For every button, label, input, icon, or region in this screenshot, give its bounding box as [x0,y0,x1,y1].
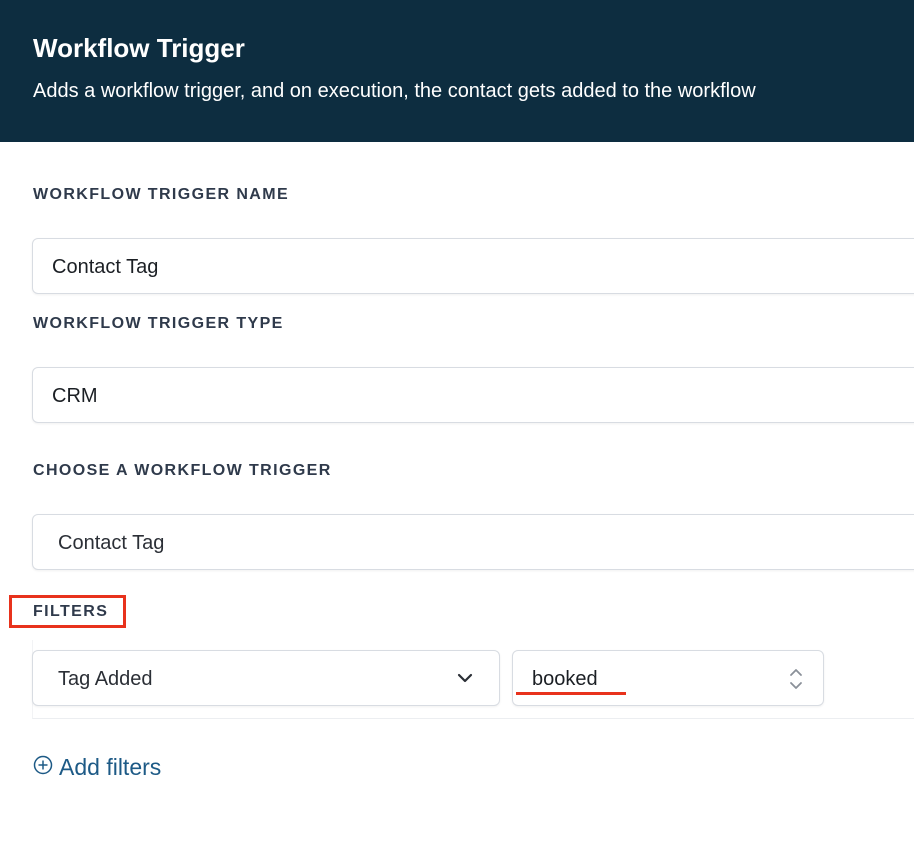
filters-label: FILTERS [33,603,109,620]
add-filters-link[interactable]: Add filters [33,753,161,781]
choose-trigger-value: Contact Tag [58,532,165,554]
filter-value-text: booked [532,668,598,690]
filter-value-annotation-underline [516,692,626,695]
trigger-type-value: CRM [52,385,98,407]
trigger-type-input[interactable]: CRM [32,367,914,423]
choose-trigger-label: CHOOSE A WORKFLOW TRIGGER [33,462,332,479]
sort-arrows-icon [789,666,803,697]
add-filters-label: Add filters [59,753,162,780]
header-banner: Workflow Trigger Adds a workflow trigger… [0,0,914,142]
chevron-down-icon [457,671,473,689]
filter-value-select[interactable]: booked [512,650,824,706]
page-subtitle: Adds a workflow trigger, and on executio… [33,80,756,102]
trigger-name-value: Contact Tag [52,256,159,278]
choose-trigger-select[interactable]: Contact Tag [32,514,914,570]
trigger-name-input[interactable]: Contact Tag [32,238,914,294]
plus-circle-icon [33,754,59,781]
filter-condition-select[interactable]: Tag Added [32,650,500,706]
filter-condition-value: Tag Added [58,668,153,690]
page-title: Workflow Trigger [33,33,245,63]
trigger-name-label: WORKFLOW TRIGGER NAME [33,186,290,203]
trigger-type-label: WORKFLOW TRIGGER TYPE [33,315,284,332]
